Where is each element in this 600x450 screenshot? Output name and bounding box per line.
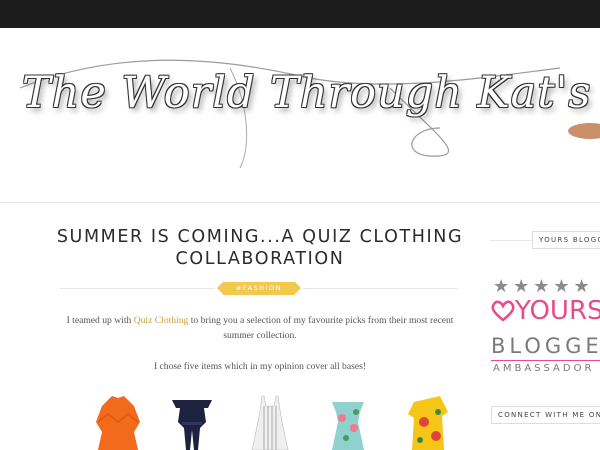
label-divider-right [303,288,458,289]
badge-ambassador-text: AMBASSADOR [493,363,595,374]
item-floral-dress[interactable] [318,392,378,450]
badge-yours-text: YOURS [515,296,600,326]
post-label-badge[interactable]: #FASHION [217,282,301,295]
item-orange-top[interactable] [88,392,148,450]
intro-text-after: to bring you a selection of my favourite… [188,315,454,341]
badge-blogger-text: BLOGGER [491,334,600,358]
clothing-items-row [80,392,460,450]
intro-text-before: I teamed up with [66,315,134,326]
sidebar-widget-title-yours: YOURS BLOGGER [532,231,600,249]
top-nav-bar [0,0,600,28]
sidebar-widget1-line [490,240,532,241]
item-navy-jumpsuit[interactable] [162,392,222,450]
header-divider [0,202,600,203]
item-striped-dress[interactable] [240,392,300,450]
post-title[interactable]: SUMMER IS COMING...A QUIZ CLOTHING COLLA… [40,226,480,270]
post-paragraph-items: I chose five items which in my opinion c… [153,361,367,372]
badge-stars: ★★★★★ [493,276,594,296]
blog-header: The World Through Kat's Eyes [0,28,600,203]
label-divider-left [60,288,215,289]
badge-divider [491,360,600,361]
post-paragraph-intro: I teamed up with Quiz Clothing to bring … [60,313,460,343]
yours-blogger-badge[interactable]: YOURS [491,296,600,326]
sidebar-widget-title-connect: CONNECT WITH ME ONLINE [491,406,600,424]
quiz-clothing-link[interactable]: Quiz Clothing [134,315,189,326]
heart-icon [491,300,515,322]
blog-logo[interactable]: The World Through Kat's Eyes [22,68,600,118]
item-yellow-floral-top[interactable] [398,392,458,450]
